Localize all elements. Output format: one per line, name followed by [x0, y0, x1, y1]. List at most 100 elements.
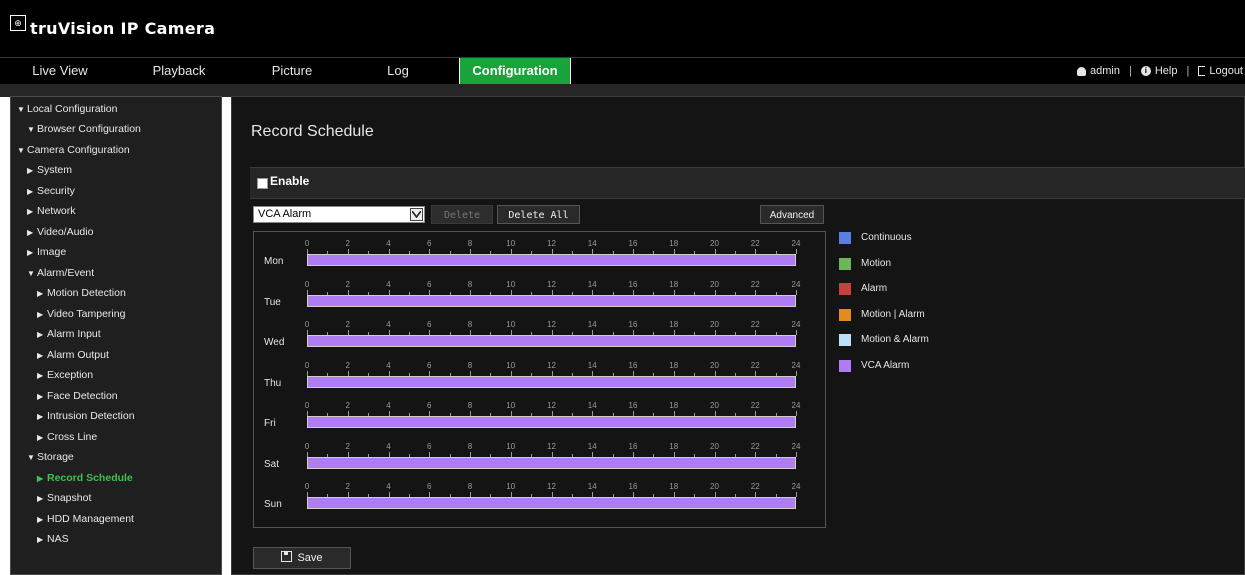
tree-exception[interactable]: ▶ Exception: [37, 367, 93, 383]
tree-record-schedule[interactable]: ▶ Record Schedule: [37, 470, 133, 486]
hour-label: 16: [628, 401, 638, 410]
tree-storage[interactable]: ▼ Storage: [27, 449, 74, 465]
tree-face-detection[interactable]: ▶ Face Detection: [37, 388, 118, 404]
schedule-bar-fri[interactable]: [307, 416, 796, 428]
tree-intrusion-detection[interactable]: ▶ Intrusion Detection: [37, 408, 135, 424]
tab-configuration[interactable]: Configuration: [459, 58, 571, 84]
tab-log[interactable]: Log: [378, 58, 418, 84]
hour-label: 22: [750, 401, 760, 410]
hour-label: 4: [386, 239, 391, 248]
delete-all-button[interactable]: Delete All: [497, 205, 580, 224]
hour-label: 16: [628, 360, 638, 370]
legend-swatch[interactable]: [839, 359, 851, 372]
legend-swatch[interactable]: [839, 308, 851, 321]
save-button[interactable]: Save: [253, 547, 351, 569]
schedule-grid[interactable]: 0 2 4 6 8 10 12 14 16 18 20 22 24 Mon 0 2 4 6 8 10 12 14 16 18 2…: [253, 231, 826, 528]
enable-checkbox[interactable]: [257, 178, 268, 189]
chevron-down-icon[interactable]: [410, 208, 423, 221]
hour-label: 4: [386, 360, 391, 370]
expanded-arrow-icon: ▼: [17, 105, 25, 114]
hour-tick: [796, 289, 797, 295]
legend-swatch[interactable]: [839, 334, 851, 346]
separator: |: [1129, 65, 1132, 77]
logout-icon: [1198, 66, 1206, 76]
hour-label: 0: [304, 279, 310, 289]
tab-playback[interactable]: Playback: [148, 58, 210, 84]
record-type-select[interactable]: VCA Alarm: [253, 206, 425, 223]
hour-label: 16: [628, 482, 638, 491]
collapsed-arrow-icon: ▶: [27, 248, 34, 257]
tree-security[interactable]: ▶ Security: [27, 183, 75, 199]
tree-video-audio[interactable]: ▶ Video/Audio: [27, 224, 93, 240]
expanded-arrow-icon: ▼: [27, 453, 35, 462]
tree-cross-line[interactable]: ▶ Cross Line: [37, 429, 97, 445]
collapsed-arrow-icon: ▶: [37, 392, 44, 401]
user-name[interactable]: admin: [1090, 58, 1120, 84]
collapsed-arrow-icon: ▶: [37, 535, 44, 544]
hour-label: 20: [710, 360, 719, 370]
hour-label: 6: [427, 279, 432, 289]
collapsed-arrow-icon: ▶: [37, 310, 44, 319]
collapsed-arrow-icon: ▶: [37, 494, 44, 503]
advanced-button[interactable]: Advanced: [760, 205, 824, 224]
logout-link[interactable]: Logout: [1209, 58, 1243, 84]
tree-nas[interactable]: ▶ NAS: [37, 531, 69, 547]
tree-camera-configuration[interactable]: ▼ Camera Configuration: [17, 142, 130, 158]
hour-label: 8: [467, 239, 473, 248]
tree-image[interactable]: ▶ Image: [27, 244, 66, 260]
hour-label: 8: [467, 279, 473, 289]
hour-label: 0: [304, 320, 310, 329]
hour-label: 0: [304, 441, 310, 451]
tree-motion-detection[interactable]: ▶ Motion Detection: [37, 285, 126, 301]
tree-system[interactable]: ▶ System: [27, 162, 72, 178]
tree-local-configuration[interactable]: ▼ Local Configuration: [17, 101, 117, 117]
help-link[interactable]: Help: [1155, 58, 1178, 84]
record-type-value: VCA Alarm: [258, 208, 312, 220]
hour-label: 20: [710, 441, 719, 451]
hour-label: 24: [791, 360, 801, 370]
hour-label: 2: [345, 482, 350, 491]
hour-label: 22: [750, 320, 760, 329]
collapsed-arrow-icon: ▶: [37, 371, 44, 380]
hour-label: 6: [427, 482, 432, 491]
save-label: Save: [297, 552, 323, 564]
legend-swatch[interactable]: [839, 257, 851, 270]
tree-network[interactable]: ▶ Network: [27, 203, 76, 219]
tree-alarm-output[interactable]: ▶ Alarm Output: [37, 347, 109, 363]
schedule-bar-tue[interactable]: [307, 294, 796, 307]
collapsed-arrow-icon: ▶: [37, 289, 44, 298]
hour-label: 10: [506, 279, 516, 289]
legend-label: Motion | Alarm: [861, 308, 925, 320]
collapsed-arrow-icon: ▶: [37, 351, 44, 360]
schedule-bar-wed[interactable]: [307, 335, 796, 347]
legend-swatch[interactable]: [839, 283, 851, 295]
hour-label: 22: [750, 239, 760, 248]
hour-label: 8: [467, 482, 473, 491]
schedule-bar-sun[interactable]: [307, 497, 796, 509]
hour-label: 4: [386, 401, 391, 410]
tree-browser-configuration[interactable]: ▼ Browser Configuration: [27, 121, 141, 137]
legend-swatch[interactable]: [839, 232, 851, 244]
tree-alarm-event[interactable]: ▼ Alarm/Event: [27, 265, 94, 281]
hour-tick: [796, 370, 797, 376]
delete-button[interactable]: Delete: [431, 205, 493, 224]
hour-tick: [796, 249, 797, 254]
tab-live-view[interactable]: Live View: [25, 58, 95, 84]
tree-video-tampering[interactable]: ▶ Video Tampering: [37, 306, 125, 322]
hour-label: 12: [547, 320, 556, 329]
tree-hdd-management[interactable]: ▶ HDD Management: [37, 511, 134, 527]
hour-label: 8: [467, 441, 473, 451]
hour-label: 16: [628, 441, 638, 451]
hour-label: 4: [386, 279, 391, 289]
collapsed-arrow-icon: ▶: [37, 474, 44, 483]
schedule-bar-sat[interactable]: [307, 456, 796, 469]
app-logo: ⊕ truVision IP Camera: [10, 14, 215, 42]
tree-snapshot[interactable]: ▶ Snapshot: [37, 490, 91, 506]
tree-alarm-input[interactable]: ▶ Alarm Input: [37, 326, 101, 342]
hour-label: 0: [304, 360, 310, 370]
tab-picture[interactable]: Picture: [262, 58, 322, 84]
enable-bar: Enable: [250, 167, 1245, 199]
schedule-bar-thu[interactable]: [307, 375, 796, 388]
schedule-bar-mon[interactable]: [307, 254, 796, 266]
hour-label: 6: [427, 360, 432, 370]
